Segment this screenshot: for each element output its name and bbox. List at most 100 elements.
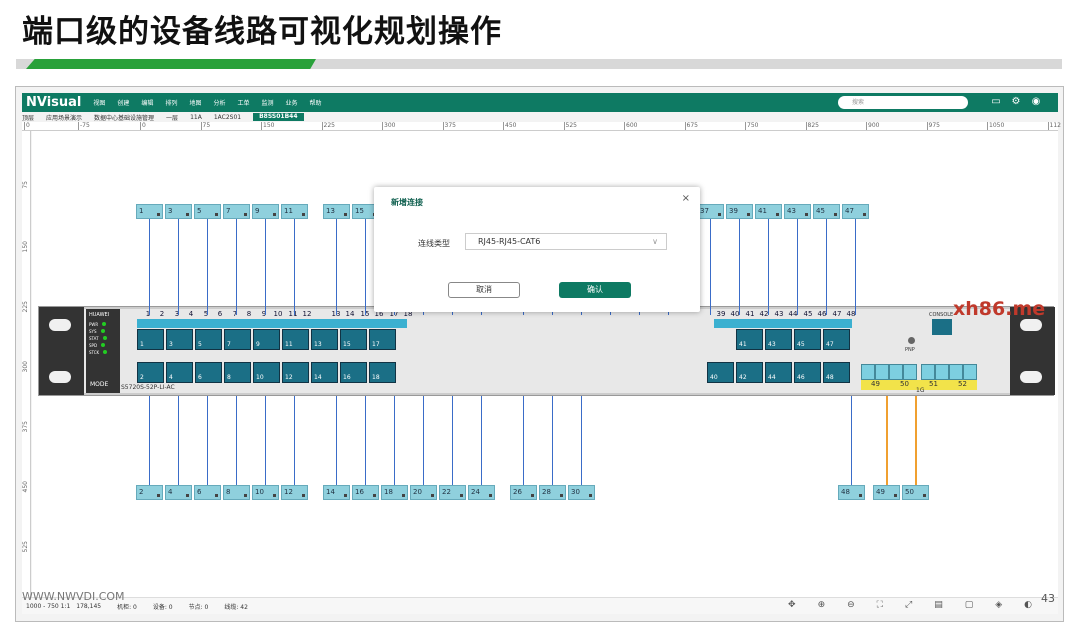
cable-link[interactable] xyxy=(826,219,827,315)
port-bottom[interactable]: 18 xyxy=(381,485,408,500)
zoom-out-icon[interactable]: ⊖ xyxy=(847,600,855,610)
menu-item[interactable]: 帮助 xyxy=(310,98,322,107)
sfp-port[interactable] xyxy=(903,364,917,380)
port-bottom[interactable]: 50 xyxy=(902,485,929,500)
sfp-port[interactable] xyxy=(875,364,889,380)
rj45-port[interactable]: 41 xyxy=(736,329,763,350)
rj45-port[interactable]: 2 xyxy=(137,362,164,383)
rj45-port[interactable]: 6 xyxy=(195,362,222,383)
cable-link[interactable] xyxy=(236,219,237,315)
rj45-port[interactable]: 15 xyxy=(340,329,367,350)
sfp-port[interactable] xyxy=(949,364,963,380)
list-icon[interactable]: ▤ xyxy=(934,600,943,610)
menu-item[interactable]: 视图 xyxy=(93,98,105,107)
port-top[interactable]: 11 xyxy=(281,204,308,219)
port-top[interactable]: 37 xyxy=(697,204,724,219)
rj45-port[interactable]: 17 xyxy=(369,329,396,350)
port-top[interactable]: 43 xyxy=(784,204,811,219)
cable-link[interactable] xyxy=(236,396,237,485)
cable-link[interactable] xyxy=(855,219,856,315)
port-top[interactable]: 47 xyxy=(842,204,869,219)
menu-item[interactable]: 创建 xyxy=(117,98,129,107)
cable-link[interactable] xyxy=(851,396,852,485)
cable-link[interactable] xyxy=(552,396,553,485)
cable-link[interactable] xyxy=(294,219,295,315)
breadcrumb-item[interactable]: B8SS01B44 xyxy=(253,113,304,121)
rj45-port[interactable]: 9 xyxy=(253,329,280,350)
port-top[interactable]: 9 xyxy=(252,204,279,219)
sfp-port[interactable] xyxy=(921,364,935,380)
cable-link[interactable] xyxy=(178,396,179,485)
switch-device[interactable]: HUAWEI PWR SYS STAT SPD STCK MODE S5720S-52P… xyxy=(38,306,1055,396)
frame-icon[interactable]: ▢ xyxy=(965,600,974,610)
cable-link[interactable] xyxy=(207,219,208,315)
port-bottom[interactable]: 24 xyxy=(468,485,495,500)
rj45-port[interactable]: 10 xyxy=(253,362,280,383)
confirm-button[interactable]: 确认 xyxy=(559,282,631,298)
port-bottom[interactable]: 6 xyxy=(194,485,221,500)
gear-icon[interactable]: ⚙ xyxy=(1010,96,1022,108)
rj45-port[interactable]: 42 xyxy=(736,362,763,383)
menu-item[interactable]: 工单 xyxy=(237,98,249,107)
cable-link[interactable] xyxy=(149,219,150,315)
search-input[interactable]: 搜索 xyxy=(838,96,968,109)
cable-link[interactable] xyxy=(178,219,179,315)
rj45-port[interactable]: 46 xyxy=(794,362,821,383)
port-bottom[interactable]: 20 xyxy=(410,485,437,500)
cable-link[interactable] xyxy=(207,396,208,485)
menu-item[interactable]: 排列 xyxy=(165,98,177,107)
rj45-port[interactable]: 47 xyxy=(823,329,850,350)
sfp-port[interactable] xyxy=(889,364,903,380)
menu-item[interactable]: 编辑 xyxy=(141,98,153,107)
expand-icon[interactable]: ⤢ xyxy=(905,600,912,610)
rj45-port[interactable]: 8 xyxy=(224,362,251,383)
port-bottom[interactable]: 10 xyxy=(252,485,279,500)
port-bottom[interactable]: 22 xyxy=(439,485,466,500)
port-bottom[interactable]: 49 xyxy=(873,485,900,500)
cable-link[interactable] xyxy=(336,396,337,485)
rj45-port[interactable]: 48 xyxy=(823,362,850,383)
cable-link[interactable] xyxy=(797,219,798,315)
cable-link[interactable] xyxy=(423,396,424,485)
port-top[interactable]: 3 xyxy=(165,204,192,219)
sfp-port[interactable] xyxy=(935,364,949,380)
layers-icon[interactable]: ◈ xyxy=(995,600,1002,610)
mode-button[interactable]: MODE xyxy=(90,381,108,388)
cable-link[interactable] xyxy=(523,396,524,485)
move-icon[interactable]: ✥ xyxy=(788,600,796,610)
rj45-port[interactable]: 43 xyxy=(765,329,792,350)
cable-link[interactable] xyxy=(739,219,740,315)
cable-link[interactable] xyxy=(294,396,295,485)
menu-item[interactable]: 监测 xyxy=(262,98,274,107)
user-icon[interactable]: ◉ xyxy=(1030,96,1042,108)
rj45-port[interactable]: 16 xyxy=(340,362,367,383)
cable-link[interactable] xyxy=(265,396,266,485)
port-bottom[interactable]: 8 xyxy=(223,485,250,500)
cable-link[interactable] xyxy=(394,396,395,485)
rj45-port[interactable]: 44 xyxy=(765,362,792,383)
menu-item[interactable]: 分析 xyxy=(213,98,225,107)
port-top[interactable]: 5 xyxy=(194,204,221,219)
port-bottom[interactable]: 26 xyxy=(510,485,537,500)
breadcrumb-item[interactable]: 一层 xyxy=(166,113,178,122)
port-bottom[interactable]: 14 xyxy=(323,485,350,500)
fit-icon[interactable]: ⛶ xyxy=(877,600,883,610)
port-bottom[interactable]: 48 xyxy=(838,485,865,500)
rj45-port[interactable]: 14 xyxy=(311,362,338,383)
port-top[interactable]: 1 xyxy=(136,204,163,219)
menu-item[interactable]: 地图 xyxy=(189,98,201,107)
cable-link[interactable] xyxy=(886,396,888,485)
port-top[interactable]: 39 xyxy=(726,204,753,219)
cable-link[interactable] xyxy=(710,219,711,315)
rj45-port[interactable]: 11 xyxy=(282,329,309,350)
port-bottom[interactable]: 12 xyxy=(281,485,308,500)
cable-link[interactable] xyxy=(336,219,337,315)
cable-link[interactable] xyxy=(149,396,150,485)
rj45-port[interactable]: 5 xyxy=(195,329,222,350)
cable-link[interactable] xyxy=(581,396,582,485)
close-icon[interactable]: × xyxy=(682,193,690,204)
port-top[interactable]: 13 xyxy=(323,204,350,219)
rj45-port[interactable]: 12 xyxy=(282,362,309,383)
rj45-port[interactable]: 18 xyxy=(369,362,396,383)
rj45-port[interactable]: 4 xyxy=(166,362,193,383)
